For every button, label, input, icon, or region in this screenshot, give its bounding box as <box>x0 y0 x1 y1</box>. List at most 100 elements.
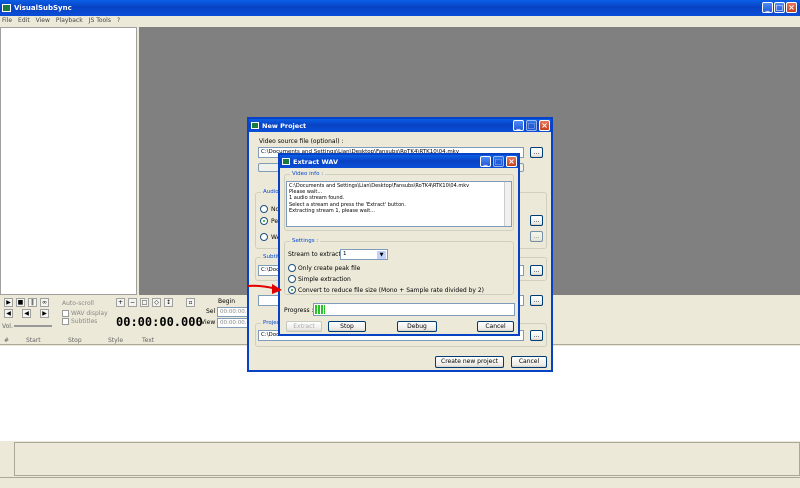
minimize-icon: _ <box>765 3 770 12</box>
app-title: VisualSubSync <box>14 4 72 12</box>
sel-field[interactable]: 00:00:00.0 <box>217 307 251 317</box>
np-maximize-button[interactable]: □ <box>526 120 537 131</box>
app-icon <box>2 4 11 12</box>
audio-browse-button-1[interactable]: ... <box>530 215 543 226</box>
maximize-icon: □ <box>775 3 784 12</box>
subtitles-checkbox[interactable] <box>62 318 69 325</box>
forward-button[interactable]: ▶ <box>40 309 49 318</box>
np-close-button[interactable]: × <box>539 120 550 131</box>
video-panel <box>0 27 137 295</box>
video-info-text[interactable]: C:\Documents and Settings\Lian\Desktop\F… <box>286 181 512 227</box>
stream-label: Stream to extract : <box>288 251 345 258</box>
wav-display-checkbox[interactable] <box>62 310 69 317</box>
menu-playback[interactable]: Playback <box>56 16 83 26</box>
audio-peak-radio[interactable] <box>260 217 268 225</box>
subtitle-browse-button[interactable]: ... <box>530 265 543 276</box>
extract-cancel-button[interactable]: Cancel <box>477 321 514 332</box>
loop-button[interactable]: ∞ <box>40 298 49 307</box>
stream-select[interactable]: 1 ▼ <box>340 249 388 260</box>
extract-wav-title-bar: Extract WAV _ □ × <box>280 155 518 168</box>
audio-browse-button-2[interactable]: ... <box>530 231 543 242</box>
menu-js-tools[interactable]: JS Tools <box>89 16 111 26</box>
create-project-button[interactable]: Create new project <box>435 356 504 368</box>
stop-button[interactable]: ■ <box>16 298 25 307</box>
progress-label: Progress : <box>284 307 314 314</box>
col-stop[interactable]: Stop <box>68 337 82 344</box>
audio-wav-radio[interactable] <box>260 233 268 241</box>
chevron-down-icon[interactable]: ▼ <box>377 251 386 259</box>
wav-display-label: WAV display <box>71 310 108 317</box>
menu-edit[interactable]: Edit <box>18 16 30 26</box>
zoom-all-icon[interactable]: ◇ <box>152 298 161 307</box>
new-project-icon <box>251 122 259 129</box>
ew-maximize-button[interactable]: □ <box>493 156 504 167</box>
debug-button[interactable]: Debug <box>397 321 437 332</box>
begin-label: Begin <box>218 298 236 305</box>
subtitles-label: Subtitles <box>71 318 98 325</box>
status-bar <box>0 477 800 488</box>
extract-wav-icon <box>282 158 290 165</box>
vol-label: Vol. <box>2 323 13 330</box>
arrow-shaft <box>247 284 277 290</box>
subtitle-editor[interactable] <box>14 442 800 476</box>
play-button[interactable]: ▶ <box>4 298 13 307</box>
np-maximize-icon: □ <box>527 121 536 130</box>
ew-maximize-icon: □ <box>494 157 503 166</box>
extract-wav-dialog: Extract WAV _ □ × Video info : C:\Docume… <box>278 153 520 336</box>
view-field[interactable]: 00:00:00.0 <box>217 318 251 328</box>
stop-extraction-button[interactable]: Stop <box>328 321 366 332</box>
np-close-icon: × <box>541 121 548 130</box>
ew-minimize-button[interactable]: _ <box>480 156 491 167</box>
new-project-title-bar: New Project _ □ × <box>249 119 551 132</box>
rewind-button[interactable]: ◀ <box>4 309 13 318</box>
minimize-button[interactable]: _ <box>762 2 773 13</box>
peak-only-label: Only create peak file <box>298 265 361 272</box>
project-browse-button[interactable]: ... <box>530 330 543 341</box>
col-number[interactable]: # <box>4 337 9 344</box>
convert-reduce-label: Convert to reduce file size (Mono + Samp… <box>298 287 485 294</box>
zoom-in-icon[interactable]: + <box>116 298 125 307</box>
col-style[interactable]: Style <box>108 337 123 344</box>
progress-bar <box>313 303 515 316</box>
settings-label: Settings : <box>290 238 321 245</box>
simple-extraction-radio[interactable] <box>288 275 296 283</box>
new-project-cancel-button[interactable]: Cancel <box>511 356 547 368</box>
audio-none-radio[interactable] <box>260 205 268 213</box>
zoom-vertical-icon[interactable]: ↕ <box>164 298 173 307</box>
np-minimize-button[interactable]: _ <box>513 120 524 131</box>
playback-toolbar: ▶ ■ ‖ ∞ ◀ ◀ ▶ Vol. Auto-scroll WAV displ… <box>0 296 260 336</box>
close-button[interactable]: × <box>786 2 797 13</box>
menu-help[interactable]: ? <box>117 16 120 26</box>
peak-only-radio[interactable] <box>288 264 296 272</box>
extract-wav-title: Extract WAV <box>293 157 339 166</box>
menu-file[interactable]: File <box>2 16 12 26</box>
maximize-button[interactable]: □ <box>774 2 785 13</box>
volume-slider[interactable] <box>14 325 52 327</box>
pause-button[interactable]: ‖ <box>28 298 37 307</box>
video-info-scrollbar[interactable] <box>504 182 511 226</box>
autoscroll-label: Auto-scroll <box>62 300 94 307</box>
simple-extraction-label: Simple extraction <box>298 276 351 283</box>
back-button[interactable]: ◀ <box>22 309 31 318</box>
close-icon: × <box>788 3 795 12</box>
wav-browse-button[interactable]: ... <box>530 295 543 306</box>
ew-minimize-icon: _ <box>483 157 488 166</box>
extra-tool-icon[interactable]: ▫ <box>186 298 195 307</box>
col-start[interactable]: Start <box>26 337 41 344</box>
video-info-label: Video info : <box>290 171 326 178</box>
np-minimize-icon: _ <box>516 121 521 130</box>
video-source-label: Video source file (optional) : <box>259 138 344 145</box>
video-browse-button[interactable]: ... <box>530 147 543 158</box>
new-project-title: New Project <box>262 121 307 130</box>
menu-view[interactable]: View <box>36 16 50 26</box>
col-text[interactable]: Text <box>142 337 154 344</box>
video-info-line: Extracting stream 1, please wait... <box>289 207 375 214</box>
ew-close-button[interactable]: × <box>506 156 517 167</box>
convert-reduce-radio[interactable] <box>288 286 296 294</box>
extract-button[interactable]: Extract <box>286 321 322 332</box>
zoom-out-icon[interactable]: − <box>128 298 137 307</box>
ew-close-icon: × <box>508 157 515 166</box>
progress-fill <box>315 305 325 314</box>
zoom-selection-icon[interactable]: □ <box>140 298 149 307</box>
sel-label: Sel <box>206 308 216 315</box>
